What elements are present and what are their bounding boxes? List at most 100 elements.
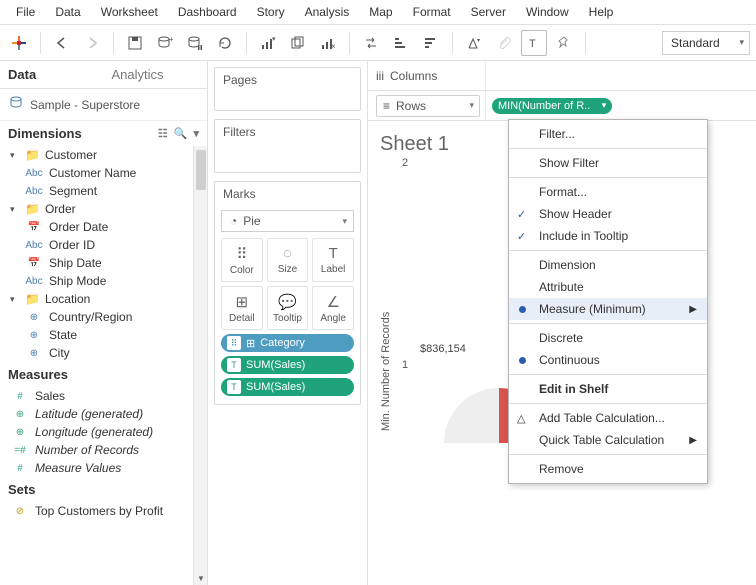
field-state[interactable]: ⊕State: [0, 326, 207, 344]
field-order-id[interactable]: AbcOrder ID: [0, 236, 207, 254]
menu-format[interactable]: Format: [403, 3, 461, 21]
marks-angle-button[interactable]: ∠Angle: [312, 286, 354, 330]
menu-format[interactable]: Format...: [509, 181, 707, 203]
menu-analysis[interactable]: Analysis: [295, 3, 360, 21]
field-top-customers[interactable]: ⊘Top Customers by Profit: [0, 502, 207, 520]
field-latitude[interactable]: ⊕Latitude (generated): [0, 405, 207, 423]
mark-type-select[interactable]: ◔Pie: [221, 210, 354, 232]
menu-show-header[interactable]: ✓Show Header: [509, 203, 707, 225]
menu-dimension[interactable]: Dimension: [509, 254, 707, 276]
field-country[interactable]: ⊕Country/Region: [0, 308, 207, 326]
field-sales[interactable]: #Sales: [0, 387, 207, 405]
field-number-records[interactable]: =#Number of Records: [0, 441, 207, 459]
datasource-icon: [8, 95, 24, 114]
tab-analytics[interactable]: Analytics: [104, 61, 208, 88]
marks-color-button[interactable]: ⠿Color: [221, 238, 263, 282]
menu-dashboard[interactable]: Dashboard: [168, 3, 247, 21]
duplicate-sheet-button[interactable]: [285, 30, 311, 56]
fit-mode-label: Standard: [671, 36, 720, 50]
menu-edit-shelf[interactable]: Edit in Shelf: [509, 378, 707, 400]
columns-shelf[interactable]: iiiColumns: [368, 61, 756, 91]
menu-help[interactable]: Help: [579, 3, 624, 21]
save-button[interactable]: [122, 30, 148, 56]
pill-sum-sales-angle[interactable]: TSUM(Sales): [221, 378, 354, 396]
submenu-arrow-icon: ▶: [689, 435, 697, 446]
pie-icon: ◔: [230, 214, 237, 228]
menu-measure[interactable]: Measure (Minimum)▶: [509, 298, 707, 320]
undo-button[interactable]: [49, 30, 75, 56]
redo-button[interactable]: [79, 30, 105, 56]
tableau-logo-icon[interactable]: [6, 30, 32, 56]
field-customer-name[interactable]: AbcCustomer Name: [0, 164, 207, 182]
find-field-icon[interactable]: 🔍: [174, 127, 188, 140]
tab-data[interactable]: Data: [0, 61, 104, 88]
menu-quick-calc[interactable]: Quick Table Calculation▶: [509, 429, 707, 451]
detail-icon: ⊞: [236, 293, 249, 311]
pill-sum-sales-label[interactable]: TSUM(Sales): [221, 356, 354, 374]
svg-text:×: ×: [331, 42, 336, 51]
svg-text:▾: ▾: [272, 36, 276, 43]
attach-button[interactable]: [491, 30, 517, 56]
pill-min-number-records[interactable]: MIN(Number of R..: [492, 98, 612, 114]
marks-tooltip-button[interactable]: 💬Tooltip: [267, 286, 309, 330]
size-icon: ◌: [283, 245, 292, 262]
view-as-list-icon[interactable]: ☷: [158, 127, 168, 140]
field-segment[interactable]: AbcSegment: [0, 182, 207, 200]
menu-discrete[interactable]: Discrete: [509, 327, 707, 349]
menu-story[interactable]: Story: [247, 3, 295, 21]
pin-button[interactable]: [551, 30, 577, 56]
menu-show-filter[interactable]: Show Filter: [509, 152, 707, 174]
sort-desc-button[interactable]: [418, 30, 444, 56]
show-labels-button[interactable]: T: [521, 30, 547, 56]
menu-worksheet[interactable]: Worksheet: [91, 3, 168, 21]
menu-continuous[interactable]: Continuous: [509, 349, 707, 371]
menu-data[interactable]: Data: [45, 3, 90, 21]
menu-attribute[interactable]: Attribute: [509, 276, 707, 298]
folder-order[interactable]: ▾📁Order: [0, 200, 207, 218]
color-mark-icon: ⠿: [227, 336, 241, 350]
menu-server[interactable]: Server: [461, 3, 516, 21]
pages-card[interactable]: Pages: [214, 67, 361, 111]
highlight-button[interactable]: ▾: [461, 30, 487, 56]
menu-map[interactable]: Map: [359, 3, 402, 21]
refresh-button[interactable]: [212, 30, 238, 56]
radio-dot-icon: [519, 357, 526, 364]
folder-location[interactable]: ▾📁Location: [0, 290, 207, 308]
marks-detail-button[interactable]: ⊞Detail: [221, 286, 263, 330]
tooltip-icon: 💬: [278, 293, 297, 311]
menu-add-calc[interactable]: △Add Table Calculation...: [509, 407, 707, 429]
left-scrollbar[interactable]: ▲▼: [193, 146, 207, 585]
clear-sheet-button[interactable]: ×: [315, 30, 341, 56]
field-ship-date[interactable]: 📅Ship Date: [0, 254, 207, 272]
dim-menu-icon[interactable]: ▾: [193, 127, 199, 140]
menu-file[interactable]: File: [6, 3, 45, 21]
datasource-row[interactable]: Sample - Superstore: [0, 89, 207, 121]
marks-label-button[interactable]: TLabel: [312, 238, 354, 282]
swap-axes-button[interactable]: [358, 30, 384, 56]
measures-header: Measures: [8, 367, 68, 382]
dimensions-header: Dimensions: [8, 126, 82, 141]
field-ship-mode[interactable]: AbcShip Mode: [0, 272, 207, 290]
field-city[interactable]: ⊕City: [0, 344, 207, 362]
filters-card[interactable]: Filters: [214, 119, 361, 173]
field-measure-values[interactable]: #Measure Values: [0, 459, 207, 477]
menu-filter[interactable]: Filter...: [509, 123, 707, 145]
menu-bar: File Data Worksheet Dashboard Story Anal…: [0, 0, 756, 25]
rows-shelf[interactable]: ≡Rows MIN(Number of R..: [368, 91, 756, 121]
delta-icon: △: [517, 412, 525, 425]
pause-autoupdate-button[interactable]: [182, 30, 208, 56]
field-longitude[interactable]: ⊕Longitude (generated): [0, 423, 207, 441]
menu-window[interactable]: Window: [516, 3, 579, 21]
fit-mode-select[interactable]: Standard: [662, 31, 750, 55]
menu-remove[interactable]: Remove: [509, 458, 707, 480]
folder-customer[interactable]: ▾📁Customer: [0, 146, 207, 164]
marks-card: Marks ◔Pie ⠿Color ◌Size TLabel ⊞Detail 💬…: [214, 181, 361, 405]
new-worksheet-button[interactable]: ▾: [255, 30, 281, 56]
pill-category[interactable]: ⠿⊞Category: [221, 334, 354, 352]
y-tick-1: 1: [402, 359, 408, 371]
new-datasource-button[interactable]: +: [152, 30, 178, 56]
marks-size-button[interactable]: ◌Size: [267, 238, 309, 282]
menu-include-tooltip[interactable]: ✓Include in Tooltip: [509, 225, 707, 247]
sort-asc-button[interactable]: [388, 30, 414, 56]
field-order-date[interactable]: 📅Order Date: [0, 218, 207, 236]
